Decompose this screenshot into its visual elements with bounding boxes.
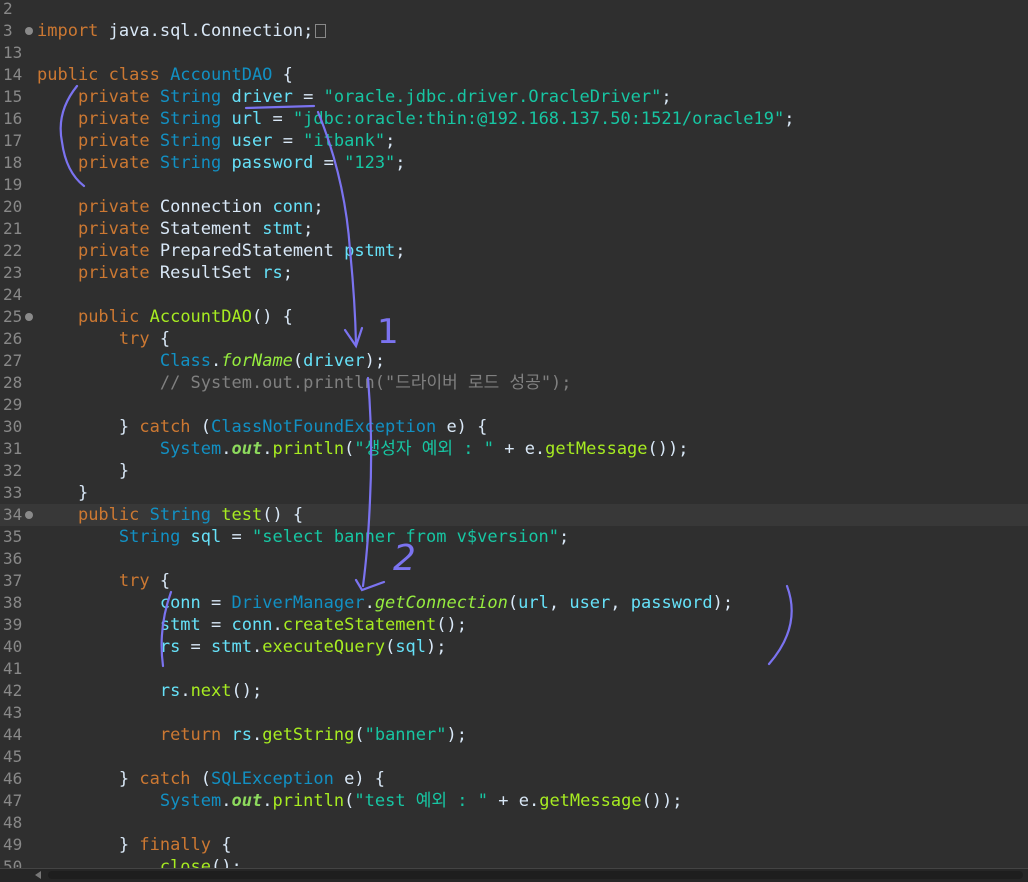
arrow-2-line [361,376,373,588]
bracket-connection-right [767,584,793,666]
horizontal-scrollbar[interactable] [0,868,1028,882]
handwritten-annotations: 1 2 [59,84,793,668]
bracket-connection-left [160,590,173,668]
annotation-label-1: 1 [377,312,399,352]
arrow-1-head [343,326,364,349]
scrollbar-thumb[interactable] [48,871,1023,879]
arrow-1-line [316,110,358,346]
bracket-fields-left [59,84,86,188]
underline-driver [244,104,316,110]
scroll-left-icon[interactable] [35,871,41,879]
arrow-2-head [354,578,386,592]
annotation-label-2: 2 [393,538,416,579]
